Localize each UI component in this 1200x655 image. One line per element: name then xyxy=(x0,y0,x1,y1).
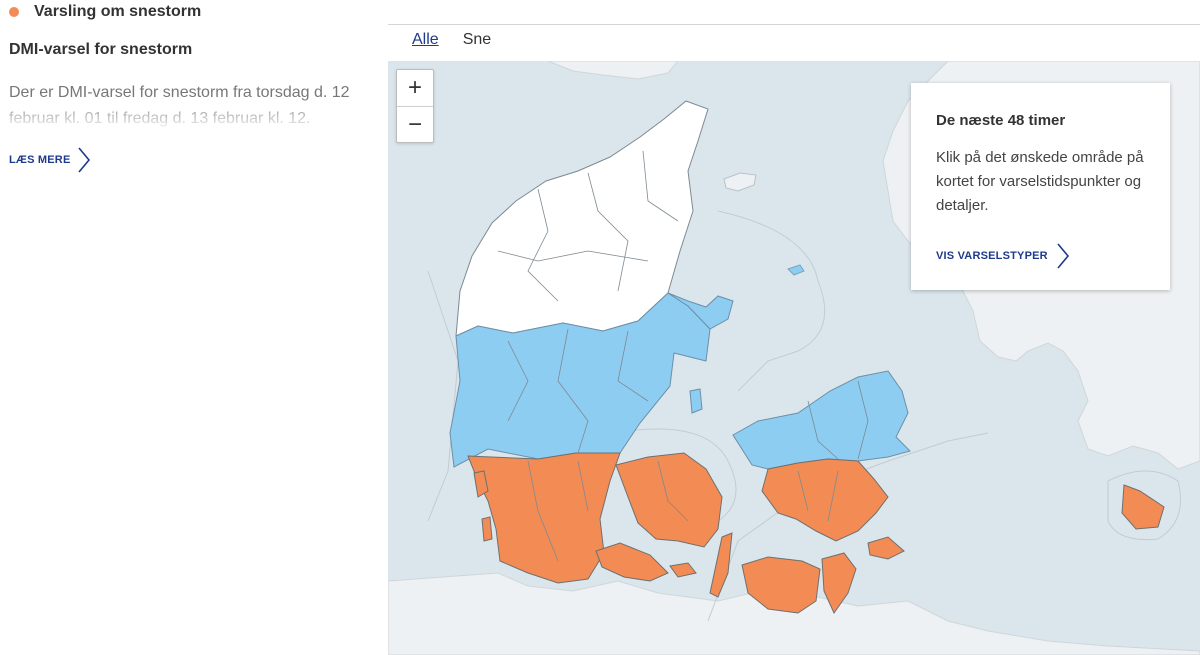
warning-title: DMI-varsel for snestorm xyxy=(9,41,193,58)
region-roemoe xyxy=(481,516,493,542)
tab-alle[interactable]: Alle xyxy=(412,31,439,49)
zoom-out-button[interactable]: − xyxy=(397,106,433,142)
chevron-right-icon xyxy=(1057,243,1069,269)
show-warning-types-link[interactable]: VIS VARSELSTYPER xyxy=(936,243,1070,269)
info-card-text: Klik på det ønskede område på kortet for… xyxy=(936,149,1144,214)
filter-tabs: Alle Sne xyxy=(412,31,491,49)
alert-status-dot xyxy=(9,7,19,17)
read-more-link[interactable]: LÆS MERE xyxy=(9,147,91,173)
read-more-label: LÆS MERE xyxy=(9,154,71,166)
warning-map[interactable]: + − De næste 48 timer Klik på det ønsked… xyxy=(388,61,1200,655)
alert-title: Varsling om snestorm xyxy=(34,3,202,20)
zoom-in-button[interactable]: + xyxy=(397,70,433,106)
warning-panel: Varsling om snestorm DMI-varsel for snes… xyxy=(0,0,372,655)
tabs-divider xyxy=(388,24,1200,25)
text-fade-overlay xyxy=(9,104,369,130)
info-card: De næste 48 timer Klik på det ønskede om… xyxy=(911,83,1170,290)
tab-sne[interactable]: Sne xyxy=(463,31,491,49)
show-warning-types-label: VIS VARSELSTYPER xyxy=(936,250,1048,262)
zoom-controls: + − xyxy=(396,69,434,143)
alert-header: Varsling om snestorm xyxy=(9,2,201,22)
info-card-title: De næste 48 timer xyxy=(936,112,1066,129)
region-samsoe xyxy=(689,388,703,414)
chevron-right-icon xyxy=(77,147,90,173)
